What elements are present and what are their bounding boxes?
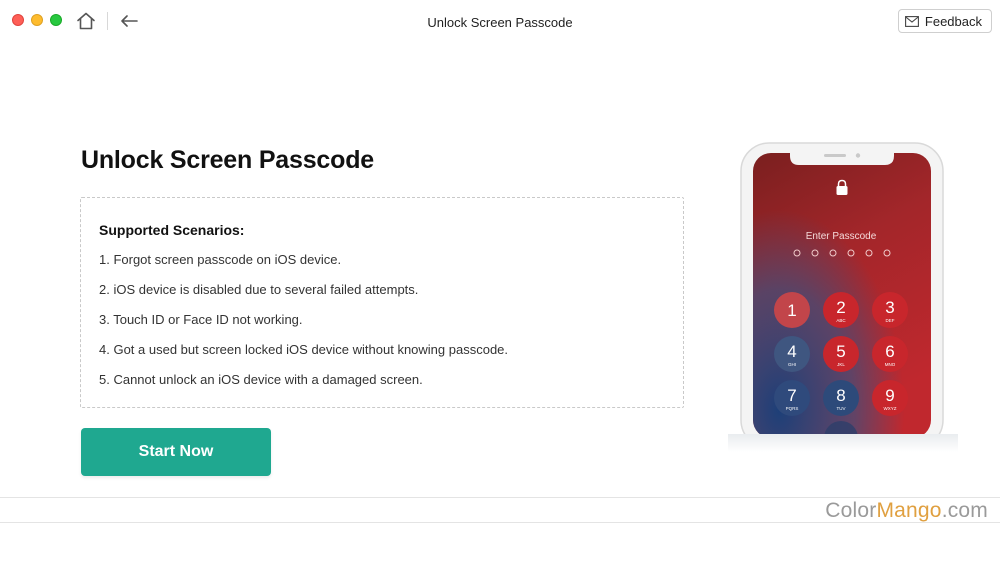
keypad-letters: JKL (837, 362, 845, 367)
keypad-digit: 2 (836, 298, 845, 317)
scenario-item: 1. Forgot screen passcode on iOS device. (99, 252, 342, 267)
keypad-digit: 9 (885, 386, 894, 405)
watermark: ColorMango.com (825, 499, 988, 523)
keypad-letters: TUV (837, 406, 846, 411)
keypad-digit: 5 (836, 342, 845, 361)
keypad-digit: 7 (787, 386, 796, 405)
keypad-letters: ABC (836, 318, 846, 323)
keypad-letters: WXYZ (884, 406, 897, 411)
page-title: Unlock Screen Passcode (81, 146, 374, 174)
watermark-part3: .com (941, 499, 988, 522)
keypad-letters: PQRS (786, 406, 799, 411)
keypad-digit: 4 (787, 342, 796, 361)
watermark-part1: Color (825, 499, 877, 522)
feedback-button[interactable]: Feedback (897, 9, 992, 33)
keypad-digit: 8 (836, 386, 845, 405)
phone-stand (728, 434, 958, 452)
scenario-item: 3. Touch ID or Face ID not working. (99, 312, 303, 327)
keypad-letters: MNO (885, 362, 896, 367)
window-title: Unlock Screen Passcode (427, 15, 573, 30)
scenario-item: 5. Cannot unlock an iOS device with a da… (99, 372, 423, 387)
keypad-letters: GHI (788, 362, 796, 367)
keypad: 1 2ABC 3DEF 4GHI 5JKL 6MNO 7PQRS 8TUV 9WXYZ (774, 292, 908, 416)
scenario-item: 2. iOS device is disabled due to several… (99, 282, 419, 297)
keypad-digit: 6 (885, 342, 894, 361)
watermark-part2: Mango (876, 499, 942, 522)
feedback-label: Feedback (924, 13, 982, 29)
start-now-button[interactable]: Start Now (81, 428, 271, 476)
keypad-letters: DEF (886, 318, 895, 323)
scenarios-panel: Supported Scenarios: 1. Forgot screen pa… (80, 197, 684, 408)
scenario-item: 4. Got a used but screen locked iOS devi… (99, 342, 509, 357)
phone-illustration: Enter Passcode 1 2 ABC 3 DEF 4 GHI 5 JKL 6 MNO 7 PQR… (728, 140, 958, 460)
scenarios-title: Supported Scenarios: (99, 222, 245, 238)
passcode-prompt: Enter Passcode (806, 231, 877, 242)
title-bar: Unlock Screen Passcode Feedback (0, 0, 1000, 44)
keypad-digit: 3 (885, 298, 894, 317)
keypad-digit: 1 (787, 301, 796, 320)
divider-line (0, 497, 1000, 498)
phone-graphic: Enter Passcode 1 2ABC 3DEF 4GHI 5JKL 6MNO 7PQR… (728, 142, 958, 452)
mail-icon (904, 15, 919, 27)
